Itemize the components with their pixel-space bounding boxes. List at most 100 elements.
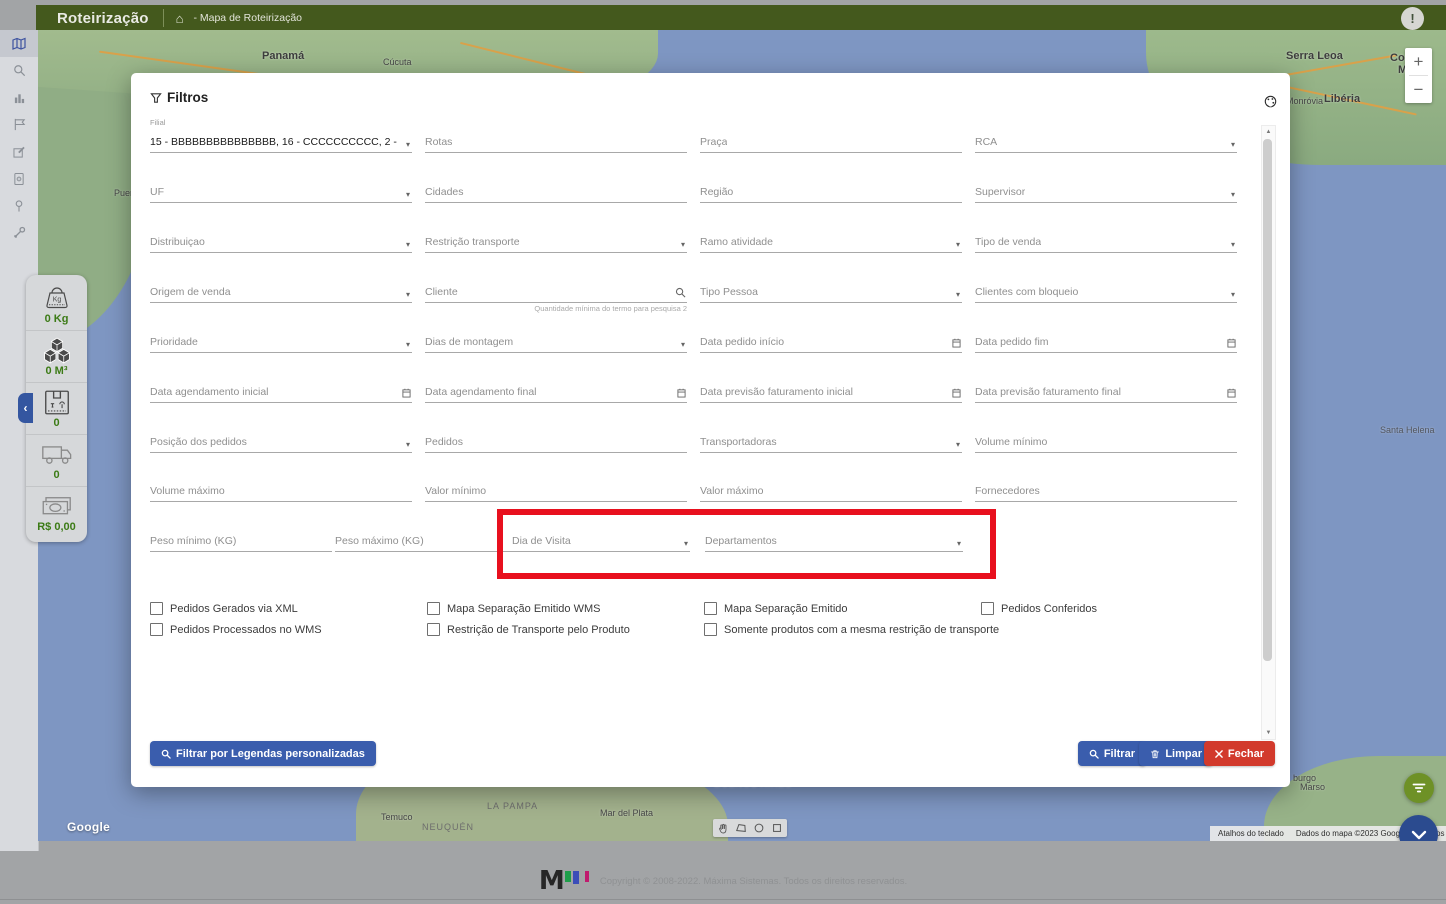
sidebar-item-map-pin[interactable]: [0, 192, 38, 219]
field-supervisor[interactable]: Supervisor ▾: [975, 178, 1237, 203]
calendar-icon: [1227, 338, 1236, 348]
field-label: Região: [700, 186, 734, 198]
field-posicao-dos-pedidos[interactable]: Posição dos pedidos ▾: [150, 428, 412, 453]
map-filter-fab[interactable]: [1404, 773, 1434, 803]
field-data-previsao-faturamento-final[interactable]: Data previsão faturamento final: [975, 378, 1237, 403]
totals-panel-collapse-tab[interactable]: ‹: [18, 393, 33, 423]
sidebar-item-tools[interactable]: [0, 219, 38, 246]
field-rca[interactable]: RCA ▾: [975, 128, 1237, 153]
checkbox-box: [427, 602, 440, 615]
sidebar-item-flag[interactable]: [0, 111, 38, 138]
field-valor-maximo[interactable]: Valor máximo: [700, 477, 962, 502]
checkbox-restricao-de-transporte-pelo-produto[interactable]: Restrição de Transporte pelo Produto: [427, 623, 630, 636]
close-button[interactable]: Fechar: [1203, 741, 1275, 766]
google-logo[interactable]: Google: [67, 820, 110, 834]
field-label: Peso mínimo (KG): [150, 535, 237, 547]
total-value: 0 Kg: [44, 313, 69, 325]
total-value: 0 M³: [45, 365, 68, 377]
field-value: 15 - BBBBBBBBBBBBBBB, 16 - CCCCCCCCCC, 2…: [150, 136, 397, 148]
field-fornecedores[interactable]: Fornecedores: [975, 477, 1237, 502]
field-transportadoras[interactable]: Transportadoras ▾: [700, 428, 962, 453]
sidebar-item-search[interactable]: [0, 57, 38, 84]
field-dia-de-visita[interactable]: Dia de Visita ▾: [512, 527, 690, 552]
field-filial[interactable]: Filial 15 - BBBBBBBBBBBBBBB, 16 - CCCCCCC…: [150, 118, 412, 153]
field-data-pedido-inicio[interactable]: Data pedido início: [700, 328, 962, 353]
scrollbar-thumb[interactable]: [1263, 139, 1272, 661]
field-label: Data previsão faturamento final: [975, 386, 1121, 398]
field-label: Ramo atividade: [700, 236, 773, 248]
sidebar-item-bar-chart[interactable]: [0, 84, 38, 111]
dropdown-arrow-icon: ▾: [955, 240, 960, 249]
checkbox-box: [704, 602, 717, 615]
circle-tool-icon[interactable]: [751, 821, 767, 835]
field-label: Tipo Pessoa: [700, 286, 758, 298]
field-praca[interactable]: Praça: [700, 128, 962, 153]
field-rotas[interactable]: Rotas: [425, 128, 687, 153]
field-origem-de-venda[interactable]: Origem de venda ▾: [150, 278, 412, 303]
sidebar-item-document-gear[interactable]: [0, 165, 38, 192]
field-valor-minimo[interactable]: Valor mínimo: [425, 477, 687, 502]
field-clientes-com-bloqueio[interactable]: Clientes com bloqueio ▾: [975, 278, 1237, 303]
checkbox-pedidos-conferidos[interactable]: Pedidos Conferidos: [981, 602, 1097, 615]
palette-icon[interactable]: [1264, 95, 1277, 113]
dropdown-arrow-icon: ▾: [680, 240, 685, 249]
field-dias-de-montagem[interactable]: Dias de montagem ▾: [425, 328, 687, 353]
checkbox-mapa-separacao-emitido-wms[interactable]: Mapa Separação Emitido WMS: [427, 602, 600, 615]
field-data-agendamento-inicial[interactable]: Data agendamento inicial: [150, 378, 412, 403]
field-volume-minimo[interactable]: Volume mínimo: [975, 428, 1237, 453]
checkbox-mapa-separacao-emitido[interactable]: Mapa Separação Emitido: [704, 602, 848, 615]
scroll-down-arrow[interactable]: ▼: [1262, 727, 1275, 739]
polygon-tool-icon[interactable]: [733, 821, 749, 835]
checkbox-label: Mapa Separação Emitido WMS: [447, 602, 601, 615]
alert-button[interactable]: !: [1401, 6, 1424, 30]
zoom-in-button[interactable]: +: [1405, 48, 1432, 75]
sidebar-item-map[interactable]: [0, 30, 38, 57]
calendar-icon: [1227, 388, 1236, 398]
zoom-out-button[interactable]: −: [1405, 76, 1432, 103]
sidebar-item-edit[interactable]: [0, 138, 38, 165]
dropdown-arrow-icon: ▾: [680, 340, 685, 349]
field-ramo-atividade[interactable]: Ramo atividade ▾: [700, 228, 962, 253]
checkbox-box: [427, 623, 440, 636]
field-cliente[interactable]: Cliente Quantidade mínima do termo para p…: [425, 278, 687, 313]
home-icon[interactable]: ⌂: [176, 11, 184, 26]
search-icon: [1089, 749, 1099, 759]
scroll-up-arrow[interactable]: ▲: [1262, 126, 1275, 138]
field-pedidos[interactable]: Pedidos: [425, 428, 687, 453]
field-restricao-transporte[interactable]: Restrição transporte ▾: [425, 228, 687, 253]
field-peso-minimo-kg[interactable]: Peso mínimo (KG): [150, 527, 332, 552]
checkbox-label: Mapa Separação Emitido: [724, 602, 848, 615]
checkbox-pedidos-gerados-via-xml[interactable]: Pedidos Gerados via XML: [150, 602, 298, 615]
field-regiao[interactable]: Região: [700, 178, 962, 203]
dropdown-arrow-icon: ▾: [955, 440, 960, 449]
dropdown-arrow-icon: ▾: [955, 290, 960, 299]
field-data-agendamento-final[interactable]: Data agendamento final: [425, 378, 687, 403]
clear-button[interactable]: Limpar: [1139, 741, 1213, 766]
field-uf[interactable]: UF ▾: [150, 178, 412, 203]
rectangle-tool-icon[interactable]: [769, 821, 785, 835]
field-distribuicao[interactable]: Distribuiçao ▾: [150, 228, 412, 253]
field-departamentos[interactable]: Departamentos ▾: [705, 527, 963, 552]
field-data-pedido-fim[interactable]: Data pedido fim: [975, 328, 1237, 353]
field-label: Data agendamento inicial: [150, 386, 269, 398]
checkbox-pedidos-processados-no-wms[interactable]: Pedidos Processados no WMS: [150, 623, 322, 636]
field-label: Cidades: [425, 186, 464, 198]
field-label: Origem de venda: [150, 286, 231, 298]
field-prioridade[interactable]: Prioridade ▾: [150, 328, 412, 353]
field-tipo-pessoa[interactable]: Tipo Pessoa ▾: [700, 278, 962, 303]
checkbox-label: Pedidos Processados no WMS: [170, 623, 322, 636]
field-cidades[interactable]: Cidades: [425, 178, 687, 203]
keyboard-shortcuts-link[interactable]: Atalhos do teclado: [1218, 829, 1284, 838]
field-volume-maximo[interactable]: Volume máximo: [150, 477, 412, 502]
pan-hand-icon[interactable]: [715, 821, 731, 835]
field-data-previsao-faturamento-inicial[interactable]: Data previsão faturamento inicial: [700, 378, 962, 403]
field-tipo-de-venda[interactable]: Tipo de venda ▾: [975, 228, 1237, 253]
filter-by-legends-button[interactable]: Filtrar por Legendas personalizadas: [150, 741, 376, 766]
app-title: Roteirização: [57, 9, 149, 27]
field-label: RCA: [975, 136, 998, 148]
checkbox-box: [150, 602, 163, 615]
field-peso-maximo-kg[interactable]: Peso máximo (KG): [335, 527, 517, 552]
filter-button[interactable]: Filtrar: [1077, 741, 1146, 766]
modal-scrollbar[interactable]: ▲ ▼: [1261, 125, 1276, 740]
checkbox-somente-produtos-com-a-mesma-restricao-de-transporte[interactable]: Somente produtos com a mesma restrição d…: [704, 623, 999, 636]
